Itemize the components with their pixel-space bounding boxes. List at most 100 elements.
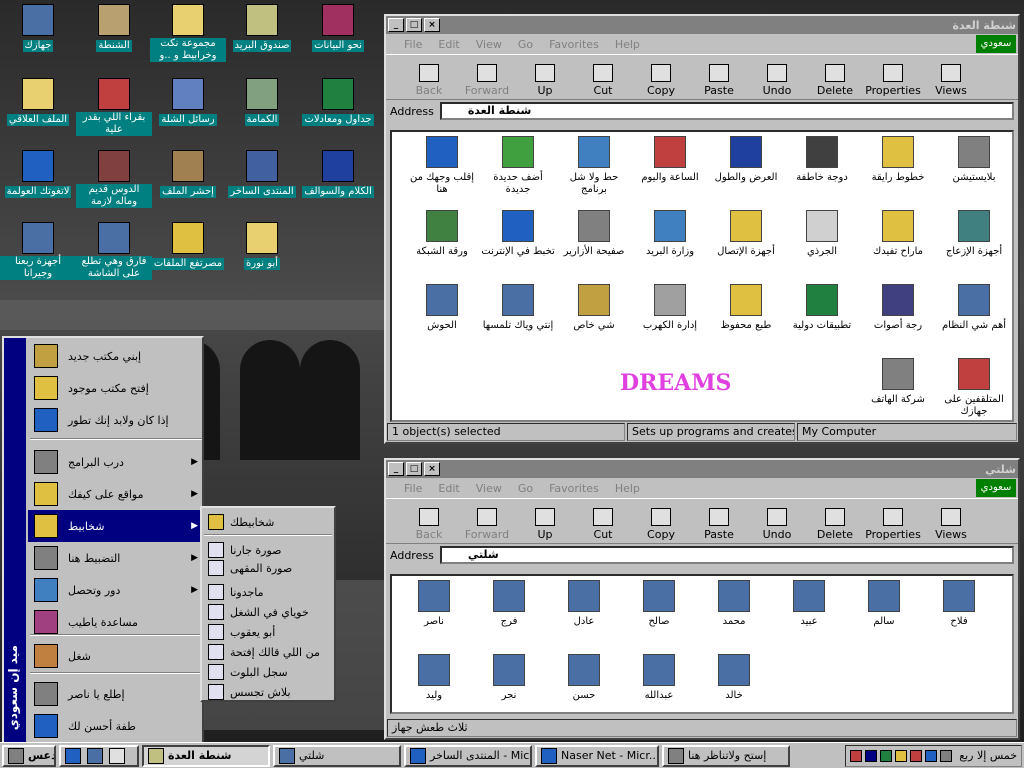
computer-item[interactable]: حسن [546,654,622,702]
task-misc[interactable]: إستح ولاتناظر هنا [662,744,790,767]
desktop-icon[interactable]: الكلام والسوالف [300,150,376,198]
submenu-item[interactable]: سجل البلوت [204,662,334,682]
close-button[interactable]: × [424,18,440,32]
computer-item[interactable]: صالح [621,580,697,628]
desktop-icon[interactable] [87,747,103,764]
computer-item[interactable]: فرج [471,580,547,628]
menu-help[interactable]: Help [615,38,640,51]
folder-item[interactable]: أهم شي النظام [936,284,1012,332]
computer-item[interactable]: سالم [846,580,922,628]
tray-icon[interactable] [925,749,938,762]
menu-go[interactable]: Go [518,38,533,51]
toolbar-undo-button[interactable]: Undo [748,508,806,541]
folder-item[interactable]: إقلب وجهك من هنا [404,136,480,196]
folder-item[interactable]: أضف حديدة جديدة [480,136,556,196]
desktop-icon[interactable]: أجهزة ربعنا وجيرانا [0,222,76,280]
menu-go[interactable]: Go [518,482,533,495]
start-menu-item[interactable]: درب البرامج ▶ [28,446,202,478]
submenu-item[interactable]: من اللي قالك إفتحة [204,642,334,662]
title-bar[interactable]: شنطة العدة _ □ × [386,16,1018,34]
menu-view[interactable]: View [476,38,502,51]
toolbar-paste-button[interactable]: Paste [690,508,748,541]
folder-item[interactable]: تطبيقات دولية [784,284,860,332]
computer-item[interactable]: عبيد [771,580,847,628]
address-input[interactable]: شنطة العدة [439,102,1014,120]
file-pane[interactable]: ناصر فرج عادل صالح محمد عبيد سالم فلاح وليد نجر حس… [390,574,1014,714]
submenu-item[interactable]: خوياي في الشغل [204,602,334,622]
start-menu-item[interactable]: دور وتحصل ▶ [28,574,202,606]
folder-item[interactable]: خطوط رايقة [860,136,936,184]
tray-icon[interactable] [865,749,878,762]
folder-item[interactable]: وزارة البريد [632,210,708,258]
title-bar[interactable]: شلتي _ □ × [386,460,1018,478]
start-menu-item[interactable]: إطلع يا ناصر [28,678,202,710]
menu-edit[interactable]: Edit [438,482,459,495]
toolbar-cut-button[interactable]: Cut [574,64,632,97]
start-menu-item[interactable]: مواقع على كيفك ▶ [28,478,202,510]
computer-item[interactable]: ناصر [396,580,472,628]
start-menu-item[interactable]: إذا كان ولابد إنك تطور [28,404,202,436]
tray-icon[interactable] [895,749,908,762]
tray-icon[interactable] [910,749,923,762]
toolbar-paste-button[interactable]: Paste [690,64,748,97]
desktop-icon[interactable]: لاتغوتك العولمة [0,150,76,198]
toolbar-back-button[interactable]: Back [400,64,458,97]
computer-item[interactable]: خالد [696,654,772,702]
ie-icon[interactable] [65,747,81,764]
computer-item[interactable]: عادل [546,580,622,628]
menu-file[interactable]: File [404,38,422,51]
desktop-icon[interactable]: الكمامة [224,78,300,126]
desktop-icon[interactable]: الملف العلاقي [0,78,76,126]
toolbar-forward-button[interactable]: Forward [458,508,516,541]
folder-item[interactable]: شي خاص [556,284,632,332]
computer-item[interactable]: نجر [471,654,547,702]
desktop-icon[interactable]: الشنطة [76,4,152,52]
toolbar-copy-button[interactable]: Copy [632,64,690,97]
folder-item[interactable]: بلايستيشن [936,136,1012,184]
toolbar-back-button[interactable]: Back [400,508,458,541]
folder-item[interactable]: ورقة الشبكة [404,210,480,258]
clock[interactable]: خمس إلا ربع [959,749,1017,762]
maximize-button[interactable]: □ [406,462,422,476]
desktop-icon[interactable]: مصرتفع الملفات [150,222,226,270]
folder-item[interactable]: أجهزة الإزعاج [936,210,1012,258]
toolbar-views-button[interactable]: Views [922,64,980,97]
folder-item[interactable]: إنتي وياك تلمسها [480,284,556,332]
toolbar-cut-button[interactable]: Cut [574,508,632,541]
window-toolbox[interactable]: شنطة العدة _ □ × File Edit View Go Favorit… [384,14,1020,444]
address-input[interactable]: شلتي [439,546,1014,564]
window-friends[interactable]: شلتي _ □ × File Edit View Go Favorites Hel… [384,458,1020,740]
desktop-icon[interactable]: صندوق البريد [224,4,300,52]
folder-item[interactable]: ماراح تفيدك [860,210,936,258]
start-menu-item[interactable]: شغل [28,640,202,672]
toolbar-properties-button[interactable]: Properties [864,508,922,541]
folder-item[interactable]: صفيحة الأزارير [556,210,632,258]
desktop-icon[interactable]: رسائل الشلة [150,78,226,126]
folder-item[interactable]: الحوش [404,284,480,332]
tray-icon[interactable] [880,749,893,762]
folder-item[interactable]: إدارة الكهرب [632,284,708,332]
folder-item[interactable]: تخبط في الإنترنت [480,210,556,258]
toolbar-undo-button[interactable]: Undo [748,64,806,97]
task-friends[interactable]: شلتي [273,744,401,767]
start-button[interactable]: إبدعس [2,744,56,767]
menu-view[interactable]: View [476,482,502,495]
folder-item[interactable]: شركة الهاتف [860,358,936,406]
folder-item[interactable]: الساعة واليوم [632,136,708,184]
task-toolbox[interactable]: شنطة العدة [142,744,270,767]
desktop-icon[interactable]: جهازك [0,4,76,52]
task-nasernet[interactable]: Naser Net - Micr... [535,744,659,767]
menu-help[interactable]: Help [615,482,640,495]
folder-item[interactable]: طبع محفوظ [708,284,784,332]
submenu-item[interactable]: صورة المقهى [204,558,334,578]
menu-favorites[interactable]: Favorites [549,38,599,51]
minimize-button[interactable]: _ [388,462,404,476]
desktop-icon[interactable]: نحو البيانات [300,4,376,52]
toolbar-up-button[interactable]: Up [516,508,574,541]
submenu-item[interactable]: صورة جارنا [204,540,334,560]
desktop-icon[interactable]: المنتدى الساخر [224,150,300,198]
file-pane[interactable]: بلايستيشن خطوط رايقة دوجة خاطفة العرض والطو… [390,130,1014,422]
desktop-icon[interactable]: جداول ومعادلات [300,78,376,126]
submenu-item[interactable]: شخابيطك [204,512,334,532]
toolbar-forward-button[interactable]: Forward [458,64,516,97]
